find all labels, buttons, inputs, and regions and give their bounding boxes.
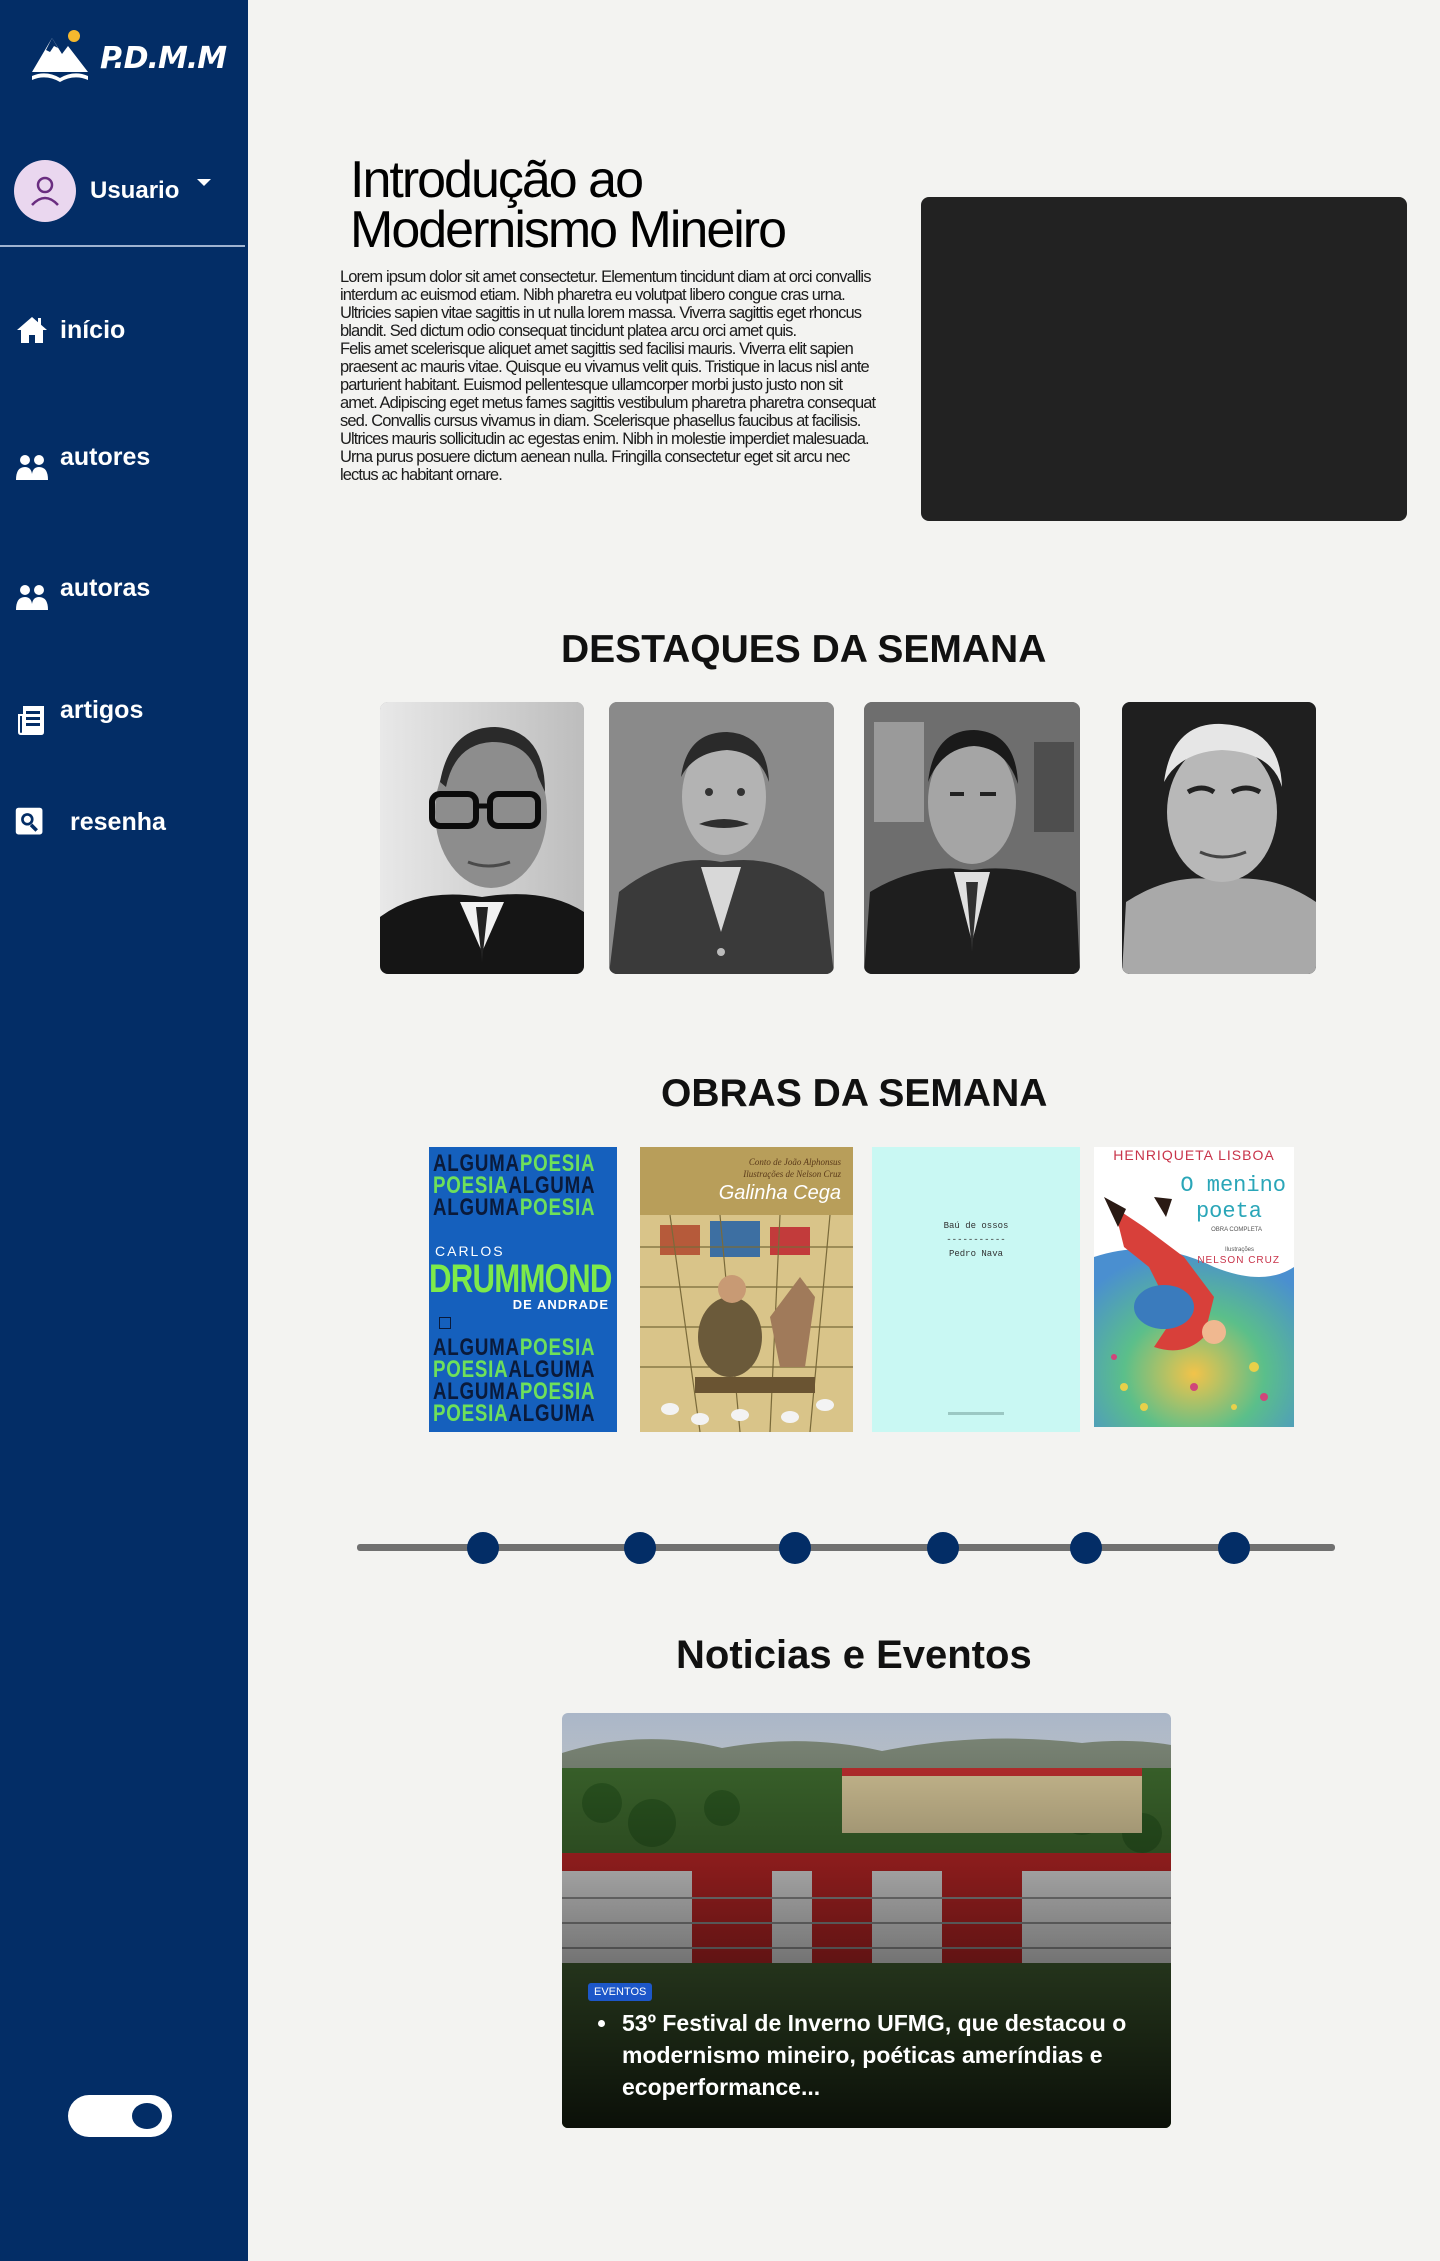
timeline-dot-6[interactable] <box>1218 1532 1250 1564</box>
sidebar-divider <box>0 245 245 247</box>
cover-title: Galinha Cega <box>718 1182 841 1204</box>
sidebar-item-resenha[interactable]: resenha <box>14 806 166 838</box>
logo-text: P.D.M.M <box>100 40 227 76</box>
bullet-icon <box>598 2020 605 2027</box>
cover-credit-1: Conto de João Alphonsus <box>748 1157 841 1167</box>
user-name: Usuario <box>90 177 180 204</box>
portrait-image <box>864 702 1080 974</box>
cover-credit-2: Ilustrações de Nelson Cruz <box>743 1169 841 1179</box>
search-icon <box>15 807 43 835</box>
sidebar-item-label: autores <box>60 442 151 471</box>
cover-text-row: ALGUMAPOESIA <box>433 1194 596 1221</box>
sidebar-item-autores[interactable]: autores <box>14 428 150 486</box>
sidebar-item-label: resenha <box>70 807 166 836</box>
cover-author: Pedro Nava <box>948 1249 1003 1259</box>
cover-illustrator-label: Ilustrações <box>1224 1247 1254 1253</box>
cover-title-line1: O menino <box>1180 1173 1286 1198</box>
cover-title-line2: poeta <box>1195 1199 1262 1224</box>
chevron-down-icon[interactable] <box>197 178 212 186</box>
highlights-title: DESTAQUES DA SEMANA <box>561 628 1047 671</box>
cover-author: Henriqueta Lisboa <box>1113 1147 1275 1163</box>
intro-body: Lorem ipsum dolor sit amet consectetur. … <box>340 268 876 484</box>
news-category-badge[interactable]: EVENTOS <box>588 1983 653 2001</box>
portrait-image <box>380 702 584 974</box>
timeline-dot-1[interactable] <box>467 1532 499 1564</box>
author-portrait-1[interactable] <box>380 702 584 974</box>
cover-title: Baú de ossos <box>943 1221 1009 1231</box>
users-icon <box>16 585 48 610</box>
publisher-logo-icon <box>439 1317 451 1329</box>
sidebar-item-label: artigos <box>60 695 144 724</box>
sidebar-item-autoras[interactable]: autoras <box>14 560 150 616</box>
timeline-dot-4[interactable] <box>927 1532 959 1564</box>
toggle-knob <box>132 2103 162 2129</box>
timeline-dot-3[interactable] <box>779 1532 811 1564</box>
timeline-dot-5[interactable] <box>1070 1532 1102 1564</box>
article-icon <box>18 706 44 735</box>
timeline-track <box>357 1544 1335 1551</box>
user-icon <box>31 176 59 206</box>
cover-author-last: DRUMMOND <box>429 1257 612 1301</box>
publisher-mark <box>948 1412 1004 1415</box>
author-portrait-4[interactable] <box>1122 702 1316 974</box>
portrait-image <box>609 702 834 974</box>
home-icon <box>17 317 47 343</box>
cover-author-suffix: DE ANDRADE <box>512 1297 609 1312</box>
sidebar: P.D.M.M Usuario início autores autoras a… <box>0 0 248 2261</box>
cover-text-row: POESIAALGUMA <box>433 1400 596 1427</box>
theme-toggle[interactable] <box>68 2095 172 2137</box>
video-player[interactable] <box>921 197 1407 521</box>
sidebar-item-label: início <box>60 315 126 344</box>
author-portrait-2[interactable] <box>609 702 834 974</box>
news-title: Noticias e Eventos <box>676 1633 1032 1677</box>
works-title: OBRAS DA SEMANA <box>661 1072 1048 1115</box>
user-menu[interactable]: Usuario <box>14 160 212 222</box>
cover-separator: ----------- <box>946 1235 1006 1245</box>
book-cover-alguma-poesia[interactable]: ALGUMAPOESIA POESIAALGUMA ALGUMAPOESIA C… <box>429 1147 617 1432</box>
cover-illustrator: Nelson Cruz <box>1197 1255 1280 1266</box>
cover-subtitle: Obra Completa <box>1211 1227 1262 1233</box>
logo-mountain-book-icon <box>32 30 88 82</box>
sidebar-item-artigos[interactable]: artigos <box>14 682 143 738</box>
users-icon <box>16 455 48 480</box>
sidebar-item-label: autoras <box>60 573 151 602</box>
timeline-dot-2[interactable] <box>624 1532 656 1564</box>
news-card[interactable]: EVENTOS 53º Festival de Inverno UFMG, qu… <box>562 1713 1171 2128</box>
book-cover-bau-de-ossos[interactable]: Baú de ossos ----------- Pedro Nava <box>872 1147 1080 1432</box>
sidebar-item-inicio[interactable]: início <box>14 312 125 348</box>
author-portrait-3[interactable] <box>864 702 1080 974</box>
news-headline[interactable]: 53º Festival de Inverno UFMG, que destac… <box>622 2007 1152 2103</box>
book-cover-galinha-cega[interactable]: Conto de João Alphonsus Ilustrações de N… <box>640 1147 853 1432</box>
logo[interactable]: P.D.M.M <box>26 24 227 92</box>
intro-title: Introdução ao Modernismo Mineiro <box>350 151 787 259</box>
book-cover-o-menino-poeta[interactable]: Henriqueta Lisboa O menino poeta Obra Co… <box>1094 1147 1294 1427</box>
avatar <box>14 160 76 222</box>
portrait-image <box>1122 702 1316 974</box>
